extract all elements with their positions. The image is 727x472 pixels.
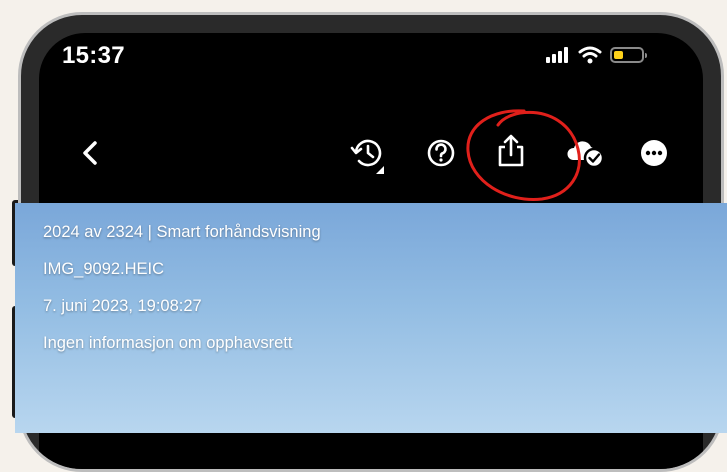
- help-icon[interactable]: [426, 138, 456, 168]
- status-time: 15:37: [62, 42, 125, 69]
- wifi-icon: [578, 46, 602, 64]
- cloud-synced-icon[interactable]: [564, 138, 608, 170]
- history-icon[interactable]: [350, 136, 388, 176]
- photo-counter: 2024 av 2324 | Smart forhåndsvisning: [43, 223, 321, 241]
- signal-icon: [546, 47, 568, 63]
- battery-low-icon: [610, 47, 647, 63]
- photo-filename: IMG_9092.HEIC: [43, 260, 165, 278]
- more-icon[interactable]: [640, 139, 668, 167]
- share-icon[interactable]: [496, 133, 526, 169]
- photo-preview[interactable]: 2024 av 2324 | Smart forhåndsvisning IMG…: [15, 203, 727, 433]
- back-chevron-icon[interactable]: [80, 140, 100, 166]
- photo-datetime: 7. juni 2023, 19:08:27: [43, 297, 202, 315]
- photo-copyright: Ingen informasjon om opphavsrett: [43, 334, 293, 352]
- status-icons: [546, 46, 647, 64]
